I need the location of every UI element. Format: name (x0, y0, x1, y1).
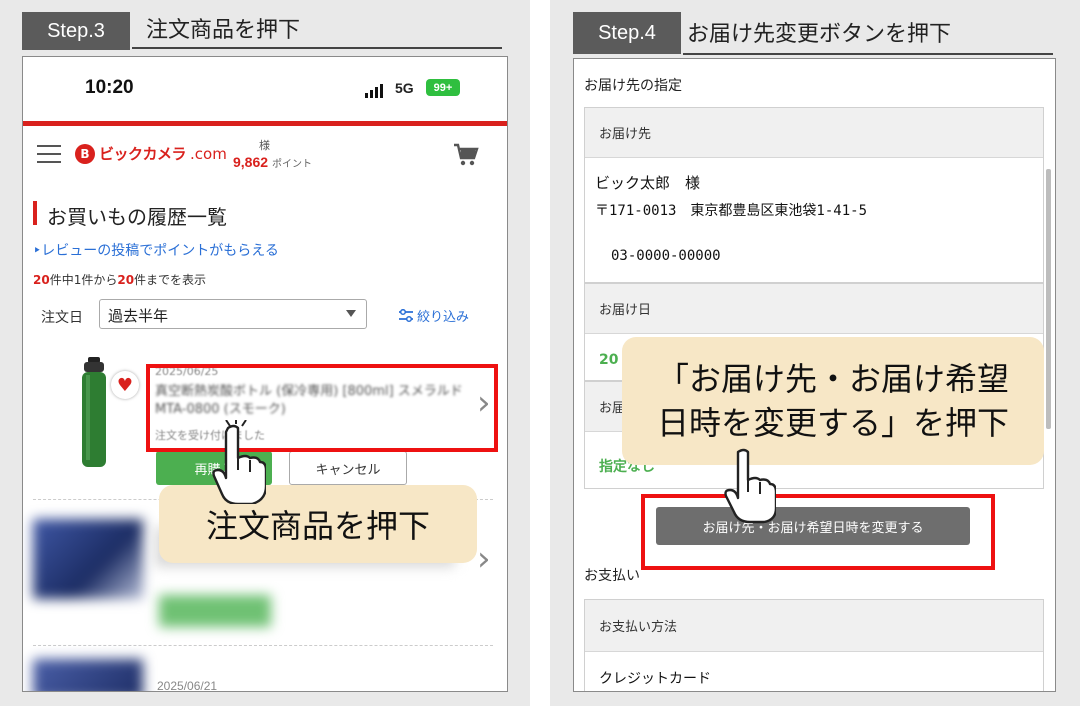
logo-domain: .com (190, 144, 227, 163)
payment-card: お支払い方法 クレジットカード (584, 599, 1044, 691)
header-accent-bar (23, 121, 507, 126)
step3-badge: Step.3 (22, 12, 130, 50)
card-header: お支払い方法 (585, 600, 1043, 652)
points-unit: ポイント (272, 159, 313, 170)
period-select[interactable]: 過去半年 (99, 299, 367, 329)
tap-hand-icon (724, 448, 776, 524)
count-total: 20 (33, 273, 50, 287)
step4-badge: Step.4 (573, 12, 681, 54)
filter-button[interactable]: 絞り込み (398, 306, 469, 325)
status-time: 10:20 (85, 77, 134, 98)
favorite-heart-icon[interactable]: ♥ (111, 371, 139, 399)
filter-label: 絞り込み (417, 310, 470, 325)
callout-line-2: 日時を変更する」を押下 (656, 404, 1009, 442)
payment-section-title: お支払い (584, 568, 640, 584)
recipient-name: ビック太郎 様 (595, 174, 701, 192)
section-accent (33, 201, 37, 225)
chevron-down-icon (346, 310, 356, 317)
step4-title: お届け先変更ボタンを押下 (687, 22, 952, 47)
period-value: 過去半年 (108, 307, 169, 325)
step3-title: 注文商品を押下 (146, 18, 301, 43)
order-date-label: 注文日 (41, 310, 83, 326)
card-header: お届け日 (585, 284, 1043, 334)
logo-text: ビックカメラ (99, 145, 187, 163)
recipient-phone: 03-0000-00000 (611, 248, 721, 264)
result-count: 20件中1件から20件までを表示 (33, 271, 206, 288)
instruction-callout: 「お届け先・お届け希望 日時を変更する」を押下 (622, 337, 1044, 465)
count-suffix: 件までを表示 (134, 273, 207, 287)
filter-sliders-icon (399, 308, 413, 322)
delivery-date-value: 20 (599, 352, 619, 368)
user-suffix: 様 (259, 139, 270, 152)
callout-line-1: 「お届け先・お届け希望 (656, 360, 1009, 398)
count-from: 件中1件から (49, 273, 118, 287)
product-image-blurred (33, 519, 143, 599)
signal-icon (365, 84, 383, 98)
battery-icon: 99+ (426, 79, 460, 96)
highlight-frame (146, 364, 498, 452)
review-points-link[interactable]: ‣レビューの投稿でポイントがもらえる (33, 240, 279, 260)
points-balance: 9,862 ポイント (233, 154, 312, 170)
step4-underline (683, 53, 1053, 55)
reorder-button-blurred (159, 595, 271, 627)
site-logo[interactable]: B ビックカメラ .com (75, 143, 227, 164)
order-date: 2025/06/21 (157, 679, 218, 692)
right-phone-screen: お届け先の指定 お届け先 ビック太郎 様 〒171-0013 東京都豊島区東池袋… (573, 58, 1056, 692)
points-value: 9,862 (233, 154, 269, 170)
highlight-frame (641, 494, 995, 570)
logo-mark-icon: B (75, 143, 95, 164)
cart-icon[interactable] (453, 143, 479, 171)
menu-icon[interactable] (37, 145, 61, 169)
delivery-address-card: お届け先 ビック太郎 様 〒171-0013 東京都豊島区東池袋1-41-5 0… (584, 107, 1044, 283)
card-header: お届け先 (585, 108, 1043, 158)
item-divider (33, 645, 493, 646)
delivery-section-title: お届け先の指定 (584, 78, 682, 94)
cancel-order-button[interactable]: キャンセル (289, 451, 407, 485)
tap-hand-icon (212, 420, 266, 504)
product-image-blurred (33, 659, 143, 691)
recipient-address: 〒171-0013 東京都豊島区東池袋1-41-5 (595, 203, 868, 219)
payment-method-value: クレジットカード (599, 671, 711, 687)
step3-underline (132, 47, 502, 49)
product-image[interactable] (79, 357, 109, 469)
page-title: お買いもの履歴一覧 (47, 205, 227, 229)
chevron-right-icon[interactable]: › (477, 539, 491, 579)
count-to: 20 (117, 273, 135, 287)
scrollbar[interactable] (1046, 169, 1051, 429)
network-type: 5G (395, 80, 414, 96)
